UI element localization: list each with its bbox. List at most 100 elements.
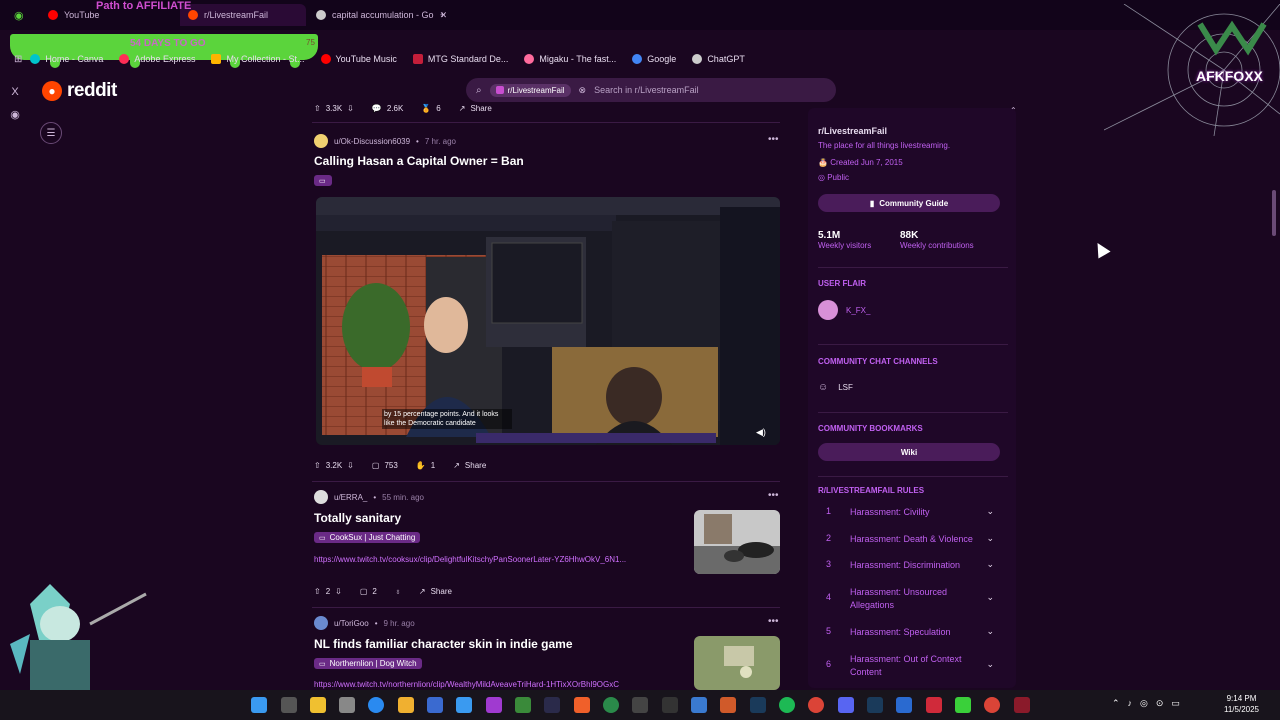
bookmark-youtube-music[interactable]: YouTube Music xyxy=(320,54,397,64)
app-icon[interactable] xyxy=(926,697,942,713)
apps-icon[interactable]: ⊞ xyxy=(14,54,22,65)
post-flair-icon[interactable]: ▭ xyxy=(314,175,332,186)
rule-item[interactable]: 3 Harassment: Discrimination ⌄ xyxy=(826,559,998,572)
rule-item[interactable]: 1 Harassment: Civility ⌄ xyxy=(826,506,998,519)
share-button[interactable]: ↗ Share xyxy=(459,104,492,113)
bookmark-migaku[interactable]: Migaku - The fast... xyxy=(524,54,616,64)
x-twitter-icon[interactable]: X xyxy=(8,86,22,100)
community-guide-button[interactable]: ▮ Community Guide xyxy=(818,194,1000,212)
app-icon[interactable] xyxy=(1014,697,1030,713)
post-title[interactable]: NL finds familiar character skin in indi… xyxy=(314,637,573,651)
more-options-icon[interactable]: ••• xyxy=(768,616,779,627)
rule-item[interactable]: 6 Harassment: Out of Context Content ⌄ xyxy=(826,653,998,679)
award-button[interactable]: ♁ xyxy=(395,587,401,596)
app-icon[interactable] xyxy=(720,697,736,713)
downvote-icon[interactable]: ⇩ xyxy=(347,104,354,113)
bookmark-adobe-express[interactable]: Adobe Express xyxy=(119,54,195,64)
rule-item[interactable]: 2 Harassment: Death & Violence ⌄ xyxy=(826,533,998,546)
taskview-icon[interactable] xyxy=(281,697,297,713)
page-scrollbar[interactable] xyxy=(1272,190,1276,236)
discord-icon[interactable]: ◉ xyxy=(8,108,22,122)
subreddit-search-chip[interactable]: r/LivestreamFail xyxy=(489,83,571,97)
award-button[interactable]: ✋ 1 xyxy=(416,461,435,470)
calculator-icon[interactable] xyxy=(427,697,443,713)
share-button[interactable]: ↗ Share xyxy=(419,587,452,596)
search-bar[interactable]: ⌕ r/LivestreamFail ⊗ Search in r/Livestr… xyxy=(466,78,836,102)
app-icon[interactable] xyxy=(691,697,707,713)
app-icon[interactable] xyxy=(574,697,590,713)
bookmark-my-collection[interactable]: My Collection - St... xyxy=(211,54,305,64)
community-name[interactable]: r/LivestreamFail xyxy=(818,126,887,136)
upvote-icon[interactable]: ⇧ xyxy=(314,587,321,596)
obs-icon[interactable] xyxy=(632,697,648,713)
sidebar-collapse-icon[interactable]: ⌃ xyxy=(1010,106,1017,115)
app-icon[interactable] xyxy=(896,697,912,713)
comments-button[interactable]: ▢ 2 xyxy=(360,587,377,596)
comments-button[interactable]: 💬 2.6K xyxy=(372,104,403,113)
downvote-icon[interactable]: ⇩ xyxy=(347,461,354,470)
folder-icon[interactable] xyxy=(398,697,414,713)
file-explorer-icon[interactable] xyxy=(310,697,326,713)
bookmark-mtg[interactable]: MTG Standard De... xyxy=(412,54,508,64)
avatar[interactable] xyxy=(314,616,328,630)
discord-icon[interactable] xyxy=(838,697,854,713)
app-icon[interactable] xyxy=(515,697,531,713)
new-tab-button[interactable]: + xyxy=(432,4,453,26)
award-button[interactable]: 🏅 6 xyxy=(421,104,440,113)
steam-icon[interactable] xyxy=(750,697,766,713)
app-icon[interactable] xyxy=(662,697,678,713)
post-flair[interactable]: ▭ Northernlion | Dog Witch xyxy=(314,658,422,669)
more-options-icon[interactable]: ••• xyxy=(768,134,779,145)
avatar[interactable] xyxy=(314,490,328,504)
hamburger-menu-button[interactable]: ☰ xyxy=(40,122,62,144)
post-author[interactable]: u/Ok-Discussion6039 xyxy=(334,137,410,146)
post-author[interactable]: u/ToriGoo xyxy=(334,619,369,628)
avatar[interactable] xyxy=(314,134,328,148)
more-options-icon[interactable]: ••• xyxy=(768,490,779,501)
app-icon[interactable] xyxy=(486,697,502,713)
rule-item[interactable]: 4 Harassment: Unsourced Allegations ⌄ xyxy=(826,586,998,612)
search-input[interactable]: Search in r/LivestreamFail xyxy=(594,85,699,95)
edge-icon[interactable] xyxy=(368,697,384,713)
post-title[interactable]: Totally sanitary xyxy=(314,511,401,525)
user-flair[interactable]: K_FX_ xyxy=(818,300,870,320)
store-icon[interactable] xyxy=(456,697,472,713)
vote-group[interactable]: ⇧ 3.3K ⇩ xyxy=(314,104,354,113)
bookmark-canva[interactable]: Home - Canva xyxy=(30,54,103,64)
chat-channel-lsf[interactable]: ☺ LSF xyxy=(818,382,853,393)
vote-group[interactable]: ⇧ 2 ⇩ xyxy=(314,587,342,596)
upvote-icon[interactable]: ⇧ xyxy=(314,461,321,470)
tray-icons[interactable]: ⌃♪◎⊙▭ xyxy=(1112,698,1188,709)
reddit-logo[interactable]: ● reddit xyxy=(42,80,117,102)
browser-menu[interactable]: ◉ xyxy=(6,4,32,26)
xbox-icon[interactable] xyxy=(603,697,619,713)
volume-icon[interactable]: ◀) xyxy=(756,427,766,438)
post-author[interactable]: u/ERRA_ xyxy=(334,493,367,502)
post-thumbnail[interactable] xyxy=(694,636,780,690)
app-icon[interactable] xyxy=(955,697,971,713)
taskbar-clock[interactable]: 9:14 PM 11/5/2025 xyxy=(1224,693,1259,715)
upvote-icon[interactable]: ⇧ xyxy=(314,104,321,113)
downvote-icon[interactable]: ⇩ xyxy=(335,587,342,596)
video-player[interactable]: by 15 percentage points. And it looks li… xyxy=(316,197,780,445)
app-icon[interactable] xyxy=(867,697,883,713)
spotify-icon[interactable] xyxy=(779,697,795,713)
rule-item[interactable]: 5 Harassment: Speculation ⌄ xyxy=(826,626,998,639)
post-link[interactable]: https://www.twitch.tv/northernlion/clip/… xyxy=(314,680,690,689)
settings-icon[interactable] xyxy=(339,697,355,713)
post-flair[interactable]: ▭ CookSux | Just Chatting xyxy=(314,532,421,543)
vote-group[interactable]: ⇧ 3.2K ⇩ xyxy=(314,461,354,470)
post-title[interactable]: Calling Hasan a Capital Owner = Ban xyxy=(314,154,524,168)
clear-chip-icon[interactable]: ⊗ xyxy=(579,85,587,96)
bookmark-google[interactable]: Google xyxy=(632,54,676,64)
bookmark-chatgpt[interactable]: ChatGPT xyxy=(692,54,745,64)
share-button[interactable]: ↗ Share xyxy=(453,461,486,470)
post-link[interactable]: https://www.twitch.tv/cooksux/clip/Delig… xyxy=(314,555,690,564)
app-icon[interactable] xyxy=(544,697,560,713)
comments-button[interactable]: ▢ 753 xyxy=(372,461,398,470)
chrome-icon[interactable] xyxy=(808,697,824,713)
wiki-button[interactable]: Wiki xyxy=(818,443,1000,461)
windows-start-icon[interactable] xyxy=(251,697,267,713)
chrome-icon[interactable] xyxy=(984,697,1000,713)
post-thumbnail[interactable] xyxy=(694,510,780,574)
